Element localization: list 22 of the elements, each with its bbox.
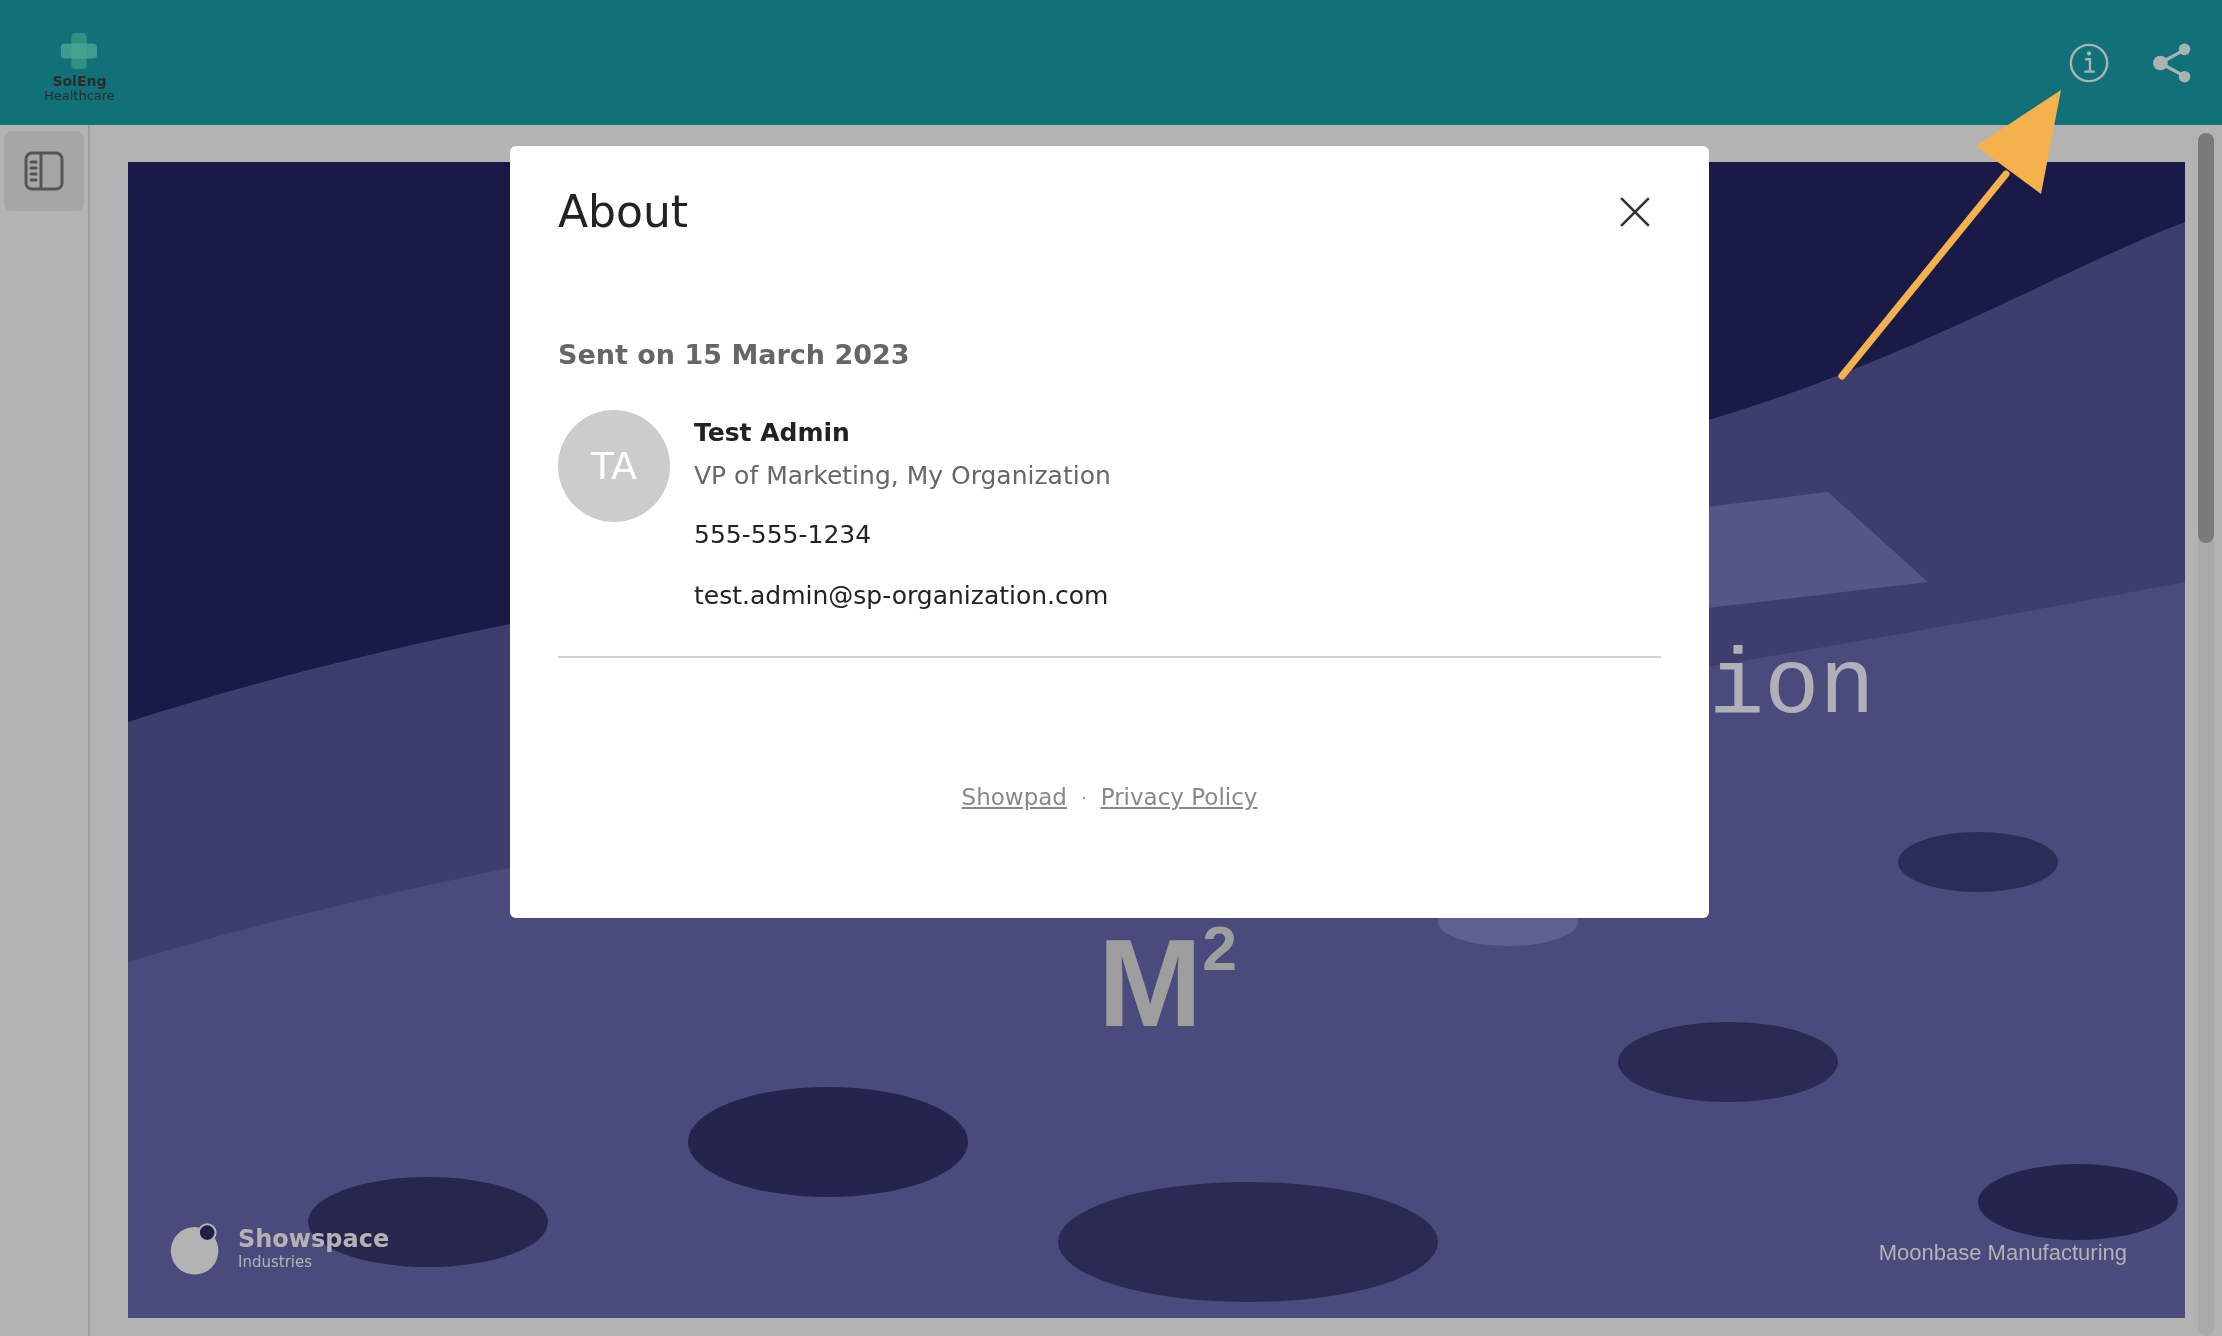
cross-logo-icon [60,31,99,70]
sender-name: Test Admin [694,418,851,447]
info-icon[interactable] [2068,41,2110,84]
separator-dot: · [1080,786,1087,808]
sent-date: Sent on 15 March 2023 [558,339,911,370]
sender-role: VP of Marketing, My Organization [694,461,1111,490]
sender-email: test.admin@sp-organization.com [694,581,1110,610]
panel-toggle-button[interactable] [4,131,84,211]
sender-phone: 555-555-1234 [694,520,873,549]
slide-footer: Moonbase Manufacturing [1878,1240,2127,1266]
logo-subtitle: Healthcare [44,89,115,104]
logo-name: SolEng [52,73,107,90]
slide-title: ion [1709,642,1875,734]
brand-subtitle: Industries [238,1253,314,1271]
brand-name: Showspace [238,1225,390,1253]
scrollbar[interactable] [2198,133,2214,1336]
privacy-policy-link[interactable]: Privacy Policy [1100,784,1258,810]
slide-heading: M$^{2}$ [1098,917,1237,1046]
showpad-link[interactable]: Showpad [961,784,1067,810]
close-icon[interactable] [1619,195,1651,228]
dialog-title: About [558,186,689,237]
side-panel-icon [24,151,64,191]
